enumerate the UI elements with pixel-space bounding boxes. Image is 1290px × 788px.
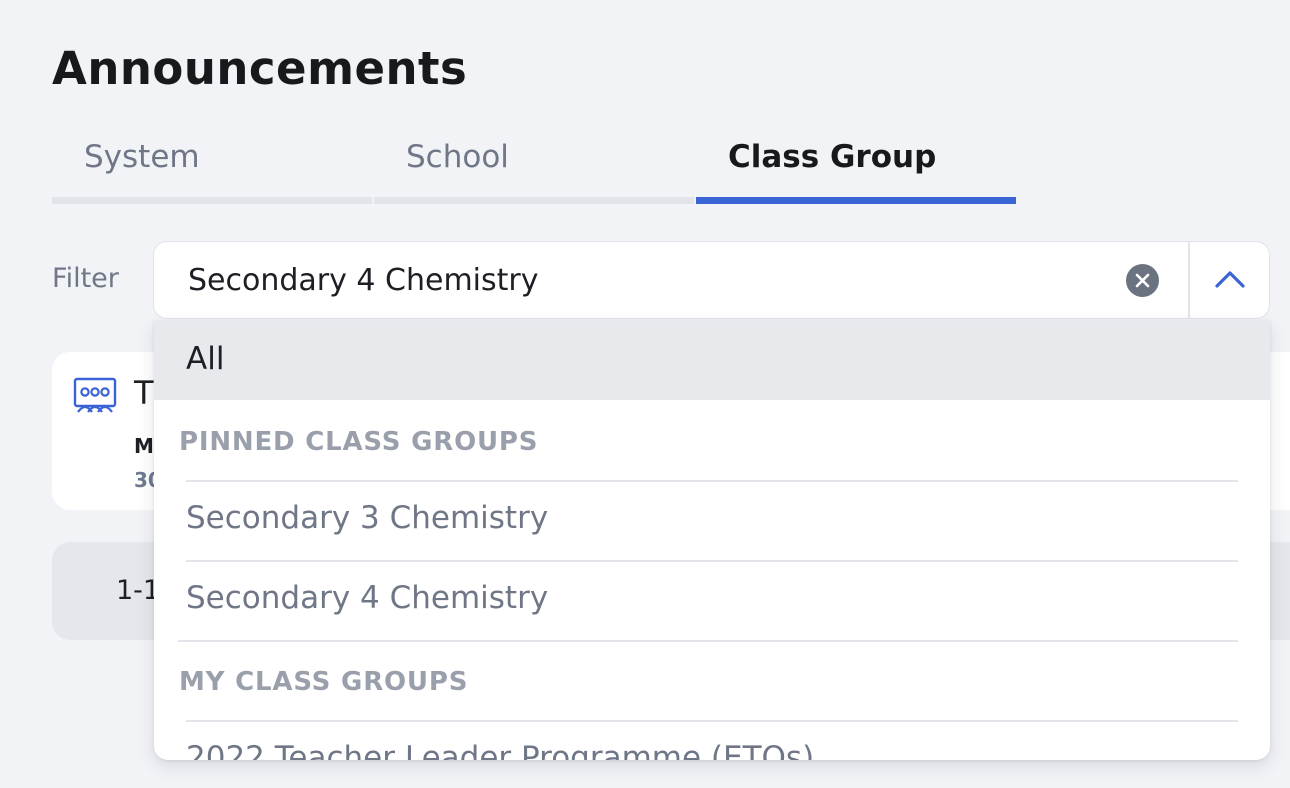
announcements-page: Announcements System School Class Group … xyxy=(0,0,1290,788)
page-title: Announcements xyxy=(52,42,468,95)
card-meta: M xyxy=(134,434,154,458)
tab-label: System xyxy=(84,139,200,175)
dropdown-option-all[interactable]: All xyxy=(154,321,1270,400)
select-value: Secondary 4 Chemistry xyxy=(188,263,539,298)
menu-divider xyxy=(178,640,1238,642)
announcement-tabs: System School Class Group xyxy=(52,130,1016,204)
tab-system[interactable]: System xyxy=(52,130,372,204)
filter-label: Filter xyxy=(52,263,119,294)
tab-class-group[interactable]: Class Group xyxy=(696,130,1016,204)
dropdown-option-secondary-4-chemistry[interactable]: Secondary 4 Chemistry xyxy=(154,562,1270,640)
tab-underline xyxy=(52,197,372,204)
tab-school[interactable]: School xyxy=(374,130,694,204)
option-label: Secondary 3 Chemistry xyxy=(186,500,549,536)
group-header-my-class-groups: MY CLASS GROUPS xyxy=(179,667,469,697)
tab-label: Class Group xyxy=(728,139,937,175)
close-circle-icon xyxy=(1135,273,1150,288)
class-group-icon xyxy=(72,374,118,420)
dropdown-toggle-button[interactable] xyxy=(1190,242,1270,318)
clear-selection-button[interactable] xyxy=(1126,264,1159,297)
tab-underline-active xyxy=(696,197,1016,204)
option-label: 2022 Teacher Leader Programme (ETOs) xyxy=(186,740,815,760)
option-label: Secondary 4 Chemistry xyxy=(186,580,549,616)
chevron-up-icon xyxy=(1215,271,1245,288)
class-group-select[interactable]: Secondary 4 Chemistry xyxy=(153,241,1270,319)
card-title: T xyxy=(134,374,154,412)
option-label: All xyxy=(186,341,225,377)
dropdown-option-teacher-leader-programme[interactable]: 2022 Teacher Leader Programme (ETOs) xyxy=(154,722,1270,760)
tab-underline xyxy=(374,197,694,204)
class-group-dropdown-menu: All PINNED CLASS GROUPS Secondary 3 Chem… xyxy=(154,321,1270,760)
tab-label: School xyxy=(406,139,509,175)
dropdown-option-secondary-3-chemistry[interactable]: Secondary 3 Chemistry xyxy=(154,482,1270,560)
group-header-pinned: PINNED CLASS GROUPS xyxy=(179,427,539,457)
